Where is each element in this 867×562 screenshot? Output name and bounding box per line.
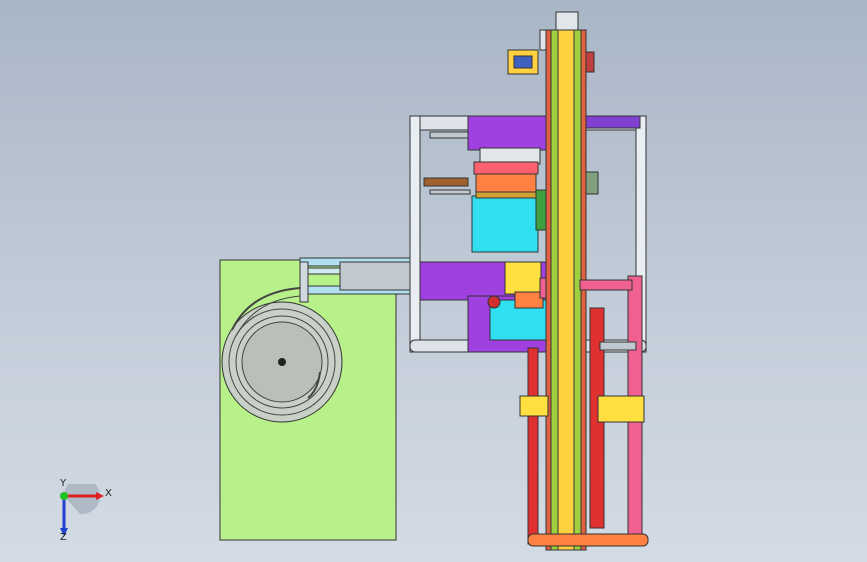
origin-triad-icon: X Y Z	[50, 478, 120, 544]
cad-viewport[interactable]: X Y Z	[0, 0, 867, 562]
y-axis-label: Y	[60, 478, 67, 489]
assembly-drawing[interactable]	[0, 0, 867, 562]
x-axis-label: X	[105, 488, 112, 499]
z-axis-label: Z	[60, 532, 67, 543]
